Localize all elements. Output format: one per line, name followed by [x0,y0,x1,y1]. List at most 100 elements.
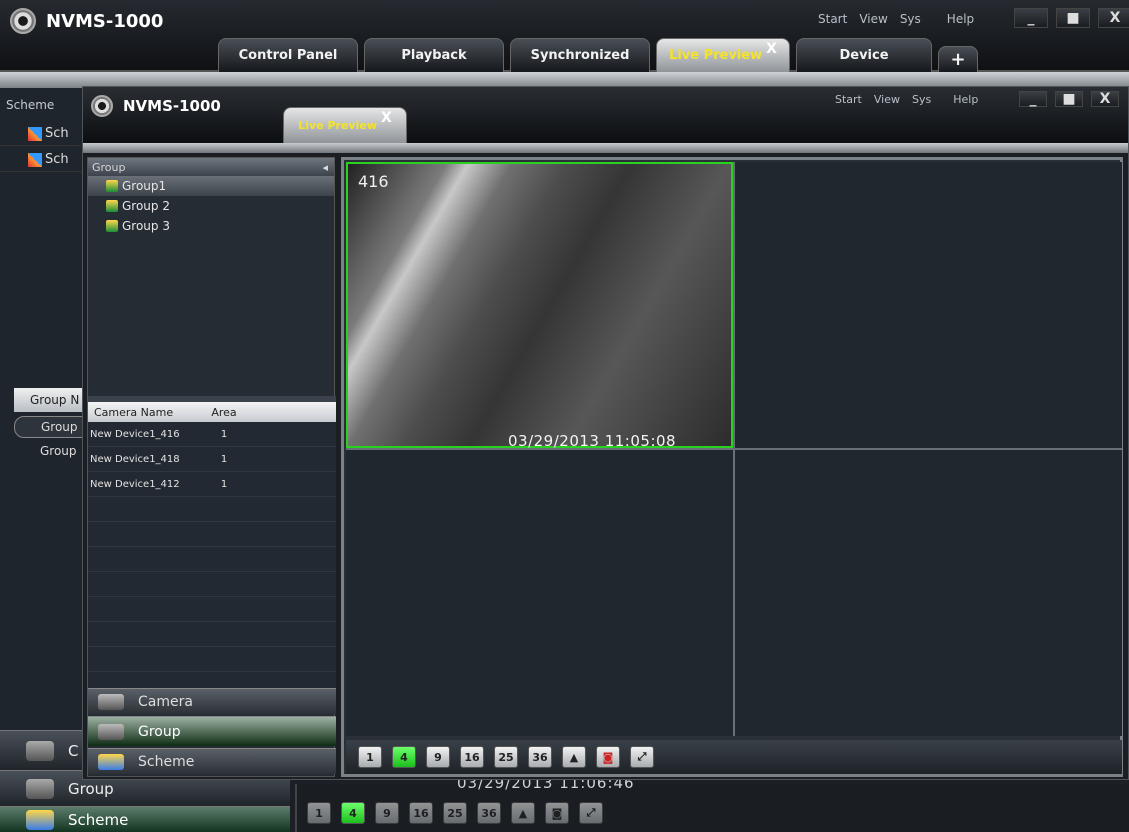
toggle-panel-icon[interactable]: ▲ [511,802,535,824]
tab-playback[interactable]: Playback [364,38,504,72]
outer-menu-help[interactable]: Help [947,12,974,26]
table-row[interactable]: New Device1_418 1 [88,447,336,472]
tab-synchronized[interactable]: Synchronized [510,38,650,72]
tab-close-icon[interactable]: X [766,41,777,57]
snapshot-icon[interactable]: ◙ [596,746,620,768]
inner-left-panel: Group ◂ Group1 Group 2 Group 3 Camera Na… [87,157,336,777]
plus-icon: + [950,49,966,70]
inner-maximize-button[interactable]: ■ [1055,91,1083,107]
inner-title-bar: NVMS-1000 Start View Sys Help _ ■ X Live… [83,87,1128,143]
tab-control-panel[interactable]: Control Panel [218,38,358,72]
toggle-panel-icon[interactable]: ▲ [562,746,586,768]
column-area[interactable]: Area [196,406,252,419]
layout-1-button[interactable]: 1 [307,802,331,824]
outer-maximize-button[interactable]: ■ [1056,8,1090,28]
video-cell[interactable] [735,162,1122,448]
column-camera-name[interactable]: Camera Name [88,406,196,419]
inner-app-logo: NVMS-1000 [91,95,221,117]
video-cell-active[interactable]: 416 03/29/2013 11:05:08 [346,162,733,450]
snapshot-icon[interactable]: ◙ [545,802,569,824]
tab-label: Synchronized [530,48,630,63]
category-label: Scheme [138,753,195,770]
inner-category-camera[interactable]: Camera [88,688,336,714]
camera-name-cell: New Device1_418 [90,453,180,465]
scheme-icon [98,753,124,770]
tab-label: Live Preview [298,119,377,132]
outer-category-label: Scheme [68,810,129,829]
table-row [88,547,336,572]
video-cell[interactable] [346,450,733,736]
outer-title-bar: NVMS-1000 Start View Sys Help _ ■ X Cont… [0,0,1129,72]
layout-25-button[interactable]: 25 [443,802,467,824]
inner-category-scheme[interactable]: Scheme [88,748,336,774]
inner-minimize-button[interactable]: _ [1019,91,1047,107]
layout-36-button[interactable]: 36 [528,746,552,768]
scheme-icon [28,126,42,141]
group-tree-label: Group 3 [122,219,170,233]
outer-close-button[interactable]: X [1098,8,1129,28]
scheme-icon [28,152,42,167]
eye-logo-icon [10,8,36,34]
tab-label: Device [839,48,889,63]
group-tree-item[interactable]: Group1 [88,176,334,196]
outer-menu-start[interactable]: Start [818,12,847,26]
area-cell: 1 [220,453,228,465]
video-cell[interactable] [735,450,1122,736]
camera-id-overlay: 416 [358,172,389,191]
camera-name-cell: New Device1_412 [90,478,180,490]
table-row[interactable]: New Device1_412 1 [88,472,336,497]
group-tree-label: Group 2 [122,199,170,213]
outer-minimize-button[interactable]: _ [1014,8,1048,28]
table-row[interactable]: New Device1_416 1 [88,422,336,447]
outer-layout-bar: 03/29/2013 11:06:46 1 4 9 16 25 36 ▲ ◙ ⤢ [295,774,1129,832]
outer-scheme-item[interactable]: Sch [0,148,90,172]
eye-logo-icon [91,95,113,117]
collapse-arrow-icon[interactable]: ◂ [322,161,328,174]
tab-live-preview[interactable]: Live Preview X [656,38,790,72]
inner-app-name: NVMS-1000 [123,97,221,115]
layout-16-button[interactable]: 16 [409,802,433,824]
outer-scheme-label: Scheme [6,98,55,112]
inner-menu: Start View Sys Help [835,93,978,106]
layout-25-button[interactable]: 25 [494,746,518,768]
layout-9-button[interactable]: 9 [375,802,399,824]
layout-9-button[interactable]: 9 [426,746,450,768]
inner-window: NVMS-1000 Start View Sys Help _ ■ X Live… [82,86,1129,780]
outer-app-logo: NVMS-1000 [10,8,163,34]
inner-category-group[interactable]: Group [88,716,336,746]
inner-menu-help[interactable]: Help [953,93,978,106]
layout-4-button[interactable]: 4 [341,802,365,824]
inner-menu-view[interactable]: View [874,93,900,106]
outer-menu-sys[interactable]: Sys [900,12,921,26]
camera-icon [98,693,124,710]
camera-icon [26,740,54,761]
inner-close-button[interactable]: X [1091,91,1119,107]
tab-label: Control Panel [238,48,338,63]
outer-menu-view[interactable]: View [859,12,887,26]
group-tree-item[interactable]: Group 3 [88,216,334,236]
group-tree-item[interactable]: Group 2 [88,196,334,216]
outer-category-scheme[interactable]: Scheme [0,806,290,832]
group-panel-title: Group [92,160,126,174]
outer-category-label: Group [68,779,114,798]
tab-label: Live Preview [669,48,763,63]
camera-table: Camera Name Area New Device1_416 1 New De… [88,402,336,688]
tab-close-icon[interactable]: X [381,110,392,126]
layout-4-button[interactable]: 4 [392,746,416,768]
area-cell: 1 [220,428,228,440]
add-tab-button[interactable]: + [938,46,978,72]
outer-scheme-item[interactable]: Sch [0,122,90,146]
table-row [88,597,336,622]
video-area: 416 03/29/2013 11:05:08 1 4 9 16 25 36 ▲… [341,157,1123,777]
inner-menu-start[interactable]: Start [835,93,862,106]
fullscreen-icon[interactable]: ⤢ [579,802,603,824]
fullscreen-icon[interactable]: ⤢ [630,746,654,768]
tab-label: Playback [401,48,467,63]
layout-16-button[interactable]: 16 [460,746,484,768]
inner-tab-live-preview[interactable]: Live Preview X [283,107,407,143]
layout-36-button[interactable]: 36 [477,802,501,824]
inner-menu-sys[interactable]: Sys [912,93,931,106]
inner-toolbar-strip [83,143,1128,153]
layout-1-button[interactable]: 1 [358,746,382,768]
tab-device[interactable]: Device [796,38,932,72]
